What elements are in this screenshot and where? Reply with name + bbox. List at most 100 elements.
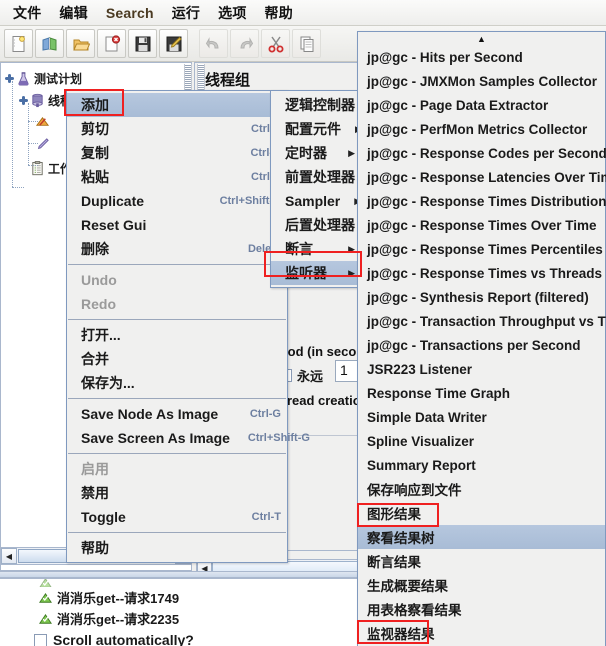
context-menu-item-20[interactable]: Toggle Ctrl-T [67, 505, 287, 529]
listener-submenu-item-20[interactable]: 察看结果树 [358, 525, 605, 549]
expand-handle-icon[interactable] [19, 95, 28, 105]
context-menu-item-19[interactable]: 禁用 [67, 481, 287, 505]
add-submenu-item-4[interactable]: Sampler▶ [271, 189, 361, 213]
menu-item-label: 打开... [81, 327, 121, 343]
open-icon[interactable] [66, 29, 95, 58]
menu-separator [68, 532, 286, 533]
listener-submenu-item-22[interactable]: 生成概要结果 [358, 573, 605, 597]
menu-item-label: jp@gc - Transaction Throughput vs Thread… [367, 313, 606, 329]
menu-item-accelerator: Ctrl+Shift-G [247, 432, 310, 444]
listener-submenu-item-17[interactable]: Summary Report [358, 453, 605, 477]
menu-item-label: jp@gc - Page Data Extractor [367, 97, 549, 113]
listener-submenu-item-0[interactable]: jp@gc - Hits per Second [358, 45, 605, 69]
listener-submenu[interactable]: ▲ jp@gc - Hits per Second jp@gc - JMXMon … [357, 31, 606, 646]
menu-bar-item-1[interactable]: 编辑 [50, 0, 96, 26]
menu-item-label: 保存为... [81, 375, 135, 391]
listener-submenu-item-13[interactable]: JSR223 Listener [358, 357, 605, 381]
listener-submenu-item-18[interactable]: 保存响应到文件 [358, 477, 605, 501]
context-menu-item-4[interactable]: Duplicate Ctrl+Shift-C [67, 189, 287, 213]
add-submenu-item-3[interactable]: 前置处理器▶ [271, 165, 376, 189]
menu-item-label: jp@gc - Synthesis Report (filtered) [367, 289, 589, 305]
cut-icon[interactable] [261, 29, 290, 58]
copy-icon[interactable] [292, 29, 321, 58]
close-icon[interactable] [97, 29, 126, 58]
context-menu-item-5[interactable]: Reset Gui [67, 213, 287, 237]
menu-bar-item-2[interactable]: Search [97, 2, 163, 24]
scroll-automatically-checkbox-box[interactable] [34, 633, 47, 646]
listener-submenu-item-11[interactable]: jp@gc - Transaction Throughput vs Thread… [358, 309, 606, 333]
menu-item-label: Response Time Graph [367, 385, 511, 401]
menu-bar-item-5[interactable]: 帮助 [256, 0, 302, 26]
listener-submenu-item-19[interactable]: 图形结果 [358, 501, 605, 525]
context-menu-item-15[interactable]: Save Node As Image Ctrl-G [67, 402, 287, 426]
listener-submenu-item-14[interactable]: Response Time Graph [358, 381, 605, 405]
context-menu-item-18[interactable]: 启用 [67, 457, 287, 481]
context-menu-item-9[interactable]: Redo [67, 292, 287, 316]
listener-submenu-item-5[interactable]: jp@gc - Response Latencies Over Time [358, 165, 606, 189]
save-icon[interactable] [128, 29, 157, 58]
test-plan-icon [16, 70, 31, 86]
menu-separator [68, 319, 286, 320]
listener-submenu-item-4[interactable]: jp@gc - Response Codes per Second [358, 141, 606, 165]
page-title: 线程组 [205, 72, 251, 89]
add-submenu-item-6[interactable]: 断言 ▶ [271, 237, 361, 261]
add-submenu-item-1[interactable]: 配置元件▶ [271, 117, 362, 141]
listener-submenu-item-12[interactable]: jp@gc - Transactions per Second [358, 333, 605, 357]
menu-item-label: jp@gc - Hits per Second [367, 49, 523, 65]
save-as-icon[interactable] [159, 29, 188, 58]
menu-item-label: 察看结果树 [367, 531, 435, 546]
add-submenu[interactable]: 逻辑控制器▶配置元件▶定时器▶前置处理器▶Sampler▶后置处理器▶断言▶监听… [270, 90, 376, 288]
context-menu-item-13[interactable]: 保存为... [67, 371, 287, 395]
listener-submenu-item-23[interactable]: 用表格察看结果 [358, 597, 605, 621]
listener-submenu-item-21[interactable]: 断言结果 [358, 549, 605, 573]
context-menu-item-12[interactable]: 合并 [67, 347, 287, 371]
menu-item-label: Summary Report [367, 457, 476, 473]
listener-submenu-item-15[interactable]: Simple Data Writer [358, 405, 605, 429]
menu-item-label: Redo [81, 296, 116, 312]
menu-item-label: 前置处理器 [285, 169, 355, 185]
templates-icon[interactable] [35, 29, 64, 58]
context-menu-item-16[interactable]: Save Screen As Image Ctrl+Shift-G [67, 426, 310, 450]
scroll-up-arrow-icon[interactable]: ▲ [358, 32, 605, 45]
tree-node-label: 测试计划 [34, 71, 83, 86]
context-menu-item-1[interactable]: 剪切 Ctrl-X [67, 117, 287, 141]
chevron-right-icon: ▶ [348, 147, 355, 158]
context-menu[interactable]: 添加▶剪切Ctrl-X复制Ctrl-C粘贴Ctrl-VDuplicateCtrl… [66, 90, 310, 563]
menu-bar-item-3[interactable]: 运行 [163, 0, 209, 26]
menu-bar-item-4[interactable]: 选项 [209, 0, 255, 26]
context-menu-item-22[interactable]: 帮助 [67, 536, 287, 560]
add-submenu-item-5[interactable]: 后置处理器▶ [271, 213, 376, 237]
listener-submenu-item-9[interactable]: jp@gc - Response Times vs Threads [358, 261, 605, 285]
context-menu-item-6[interactable]: 删除 Delete [67, 237, 287, 261]
listener-submenu-item-6[interactable]: jp@gc - Response Times Distribution [358, 189, 606, 213]
new-icon[interactable] [4, 29, 33, 58]
undo-icon[interactable] [199, 29, 228, 58]
listener-submenu-item-10[interactable]: jp@gc - Synthesis Report (filtered) [358, 285, 605, 309]
listener-submenu-item-7[interactable]: jp@gc - Response Times Over Time [358, 213, 605, 237]
menu-item-label: 用表格察看结果 [367, 603, 462, 618]
listener-submenu-item-1[interactable]: jp@gc - JMXMon Samples Collector [358, 69, 605, 93]
redo-icon[interactable] [230, 29, 259, 58]
add-submenu-item-7[interactable]: 监听器 ▶ [271, 261, 361, 285]
listener-submenu-item-16[interactable]: Spline Visualizer [358, 429, 605, 453]
context-menu-item-3[interactable]: 粘贴 Ctrl-V [67, 165, 287, 189]
context-menu-item-11[interactable]: 打开... [67, 323, 287, 347]
add-submenu-item-2[interactable]: 定时器 ▶ [271, 141, 361, 165]
context-menu-item-0[interactable]: 添加▶ [67, 93, 287, 117]
listener-submenu-item-2[interactable]: jp@gc - Page Data Extractor [358, 93, 605, 117]
context-menu-item-8[interactable]: Undo [67, 268, 287, 292]
scroll-left-icon[interactable]: ◀ [1, 548, 17, 564]
menu-item-label: 禁用 [81, 485, 109, 501]
listener-submenu-item-24[interactable]: 监视器结果 [358, 621, 605, 645]
listener-submenu-item-3[interactable]: jp@gc - PerfMon Metrics Collector [358, 117, 605, 141]
expand-handle-icon[interactable] [5, 73, 14, 83]
menu-item-label: 合并 [81, 351, 109, 367]
add-submenu-item-0[interactable]: 逻辑控制器▶ [271, 93, 376, 117]
menu-item-label: jp@gc - Response Latencies Over Time [367, 169, 606, 185]
context-menu-item-2[interactable]: 复制 Ctrl-C [67, 141, 287, 165]
thread-group-icon [30, 92, 45, 107]
menu-item-label: Sampler [285, 193, 341, 209]
listener-submenu-item-8[interactable]: jp@gc - Response Times Percentiles [358, 237, 605, 261]
tree-node-test-plan[interactable]: 测试计划 [5, 67, 191, 89]
menu-bar-item-0[interactable]: 文件 [4, 0, 50, 26]
